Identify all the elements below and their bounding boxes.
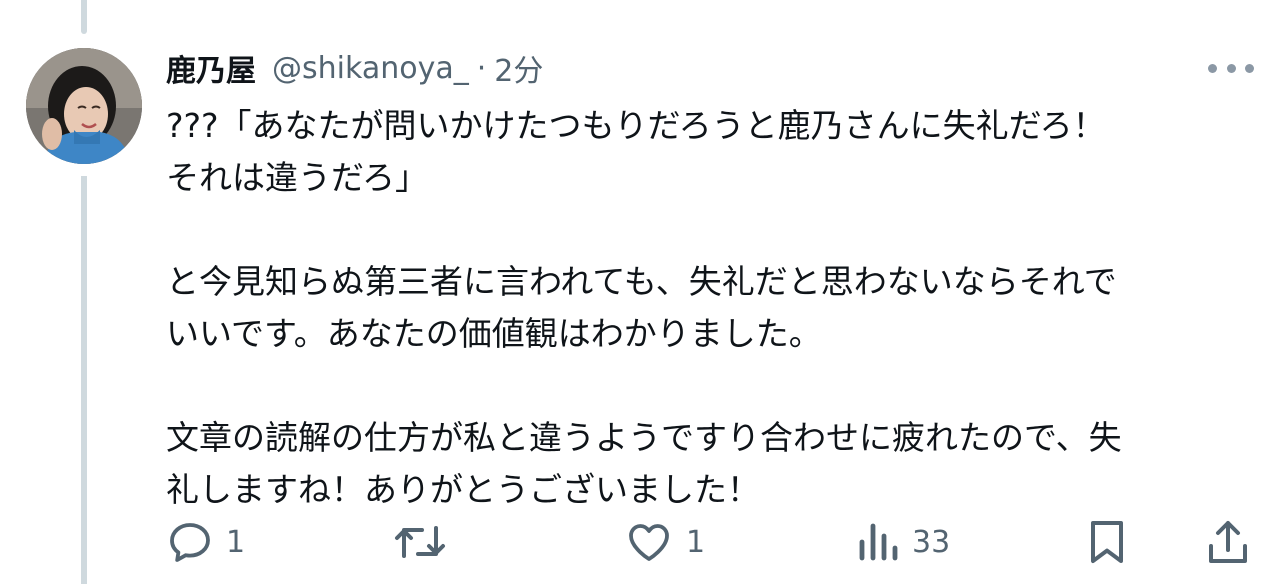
tweet-line-blank	[166, 360, 1256, 412]
share-icon	[1209, 521, 1247, 563]
retweet-button[interactable]	[394, 512, 458, 572]
tweet-header: 鹿乃屋 @shikanoya_ · 2分	[166, 44, 543, 92]
tweet-line-blank	[166, 204, 1256, 256]
more-icon[interactable]	[1208, 58, 1254, 78]
separator-dot: ·	[476, 50, 487, 86]
bookmark-button[interactable]	[1087, 512, 1127, 572]
avatar[interactable]	[26, 48, 142, 164]
views-count: 33	[912, 524, 951, 560]
tweet-line: 礼しますね！ありがとうございました！	[166, 470, 760, 509]
tweet-line: それは違うだろ」	[166, 158, 429, 197]
timestamp[interactable]: 2分	[494, 46, 543, 90]
display-name[interactable]: 鹿乃屋	[166, 46, 256, 90]
share-button[interactable]	[1206, 512, 1250, 572]
views-button[interactable]: 33	[856, 512, 950, 572]
tweet-text: ???「あなたが問いかけたつもりだろうと鹿乃さんに失礼だろ！ それは違うだろ」 …	[166, 100, 1256, 516]
action-bar: 1 1 33	[0, 512, 1283, 572]
reply-button[interactable]: 1	[166, 512, 245, 572]
analytics-icon	[859, 523, 898, 561]
retweet-icon	[395, 526, 445, 558]
tweet-line: いいです。あなたの価値観はわかりました。	[166, 314, 822, 353]
reply-icon	[170, 523, 210, 562]
like-count: 1	[686, 524, 706, 560]
user-handle[interactable]: @shikanoya_	[272, 51, 469, 86]
tweet-line: と今見知らぬ第三者に言われても、失礼だと思わないならそれで	[166, 262, 1117, 301]
tweet-line: 文章の読解の仕方が私と違うようですり合わせに疲れたので、失	[166, 418, 1122, 457]
bookmark-icon	[1091, 521, 1123, 563]
avatar-image	[26, 48, 142, 164]
reply-count: 1	[226, 524, 246, 560]
tweet-line: ???「あなたが問いかけたつもりだろうと鹿乃さんに失礼だろ！	[166, 106, 1106, 145]
like-button[interactable]: 1	[624, 512, 705, 572]
heart-icon	[629, 524, 669, 561]
thread-line-top	[81, 0, 87, 34]
